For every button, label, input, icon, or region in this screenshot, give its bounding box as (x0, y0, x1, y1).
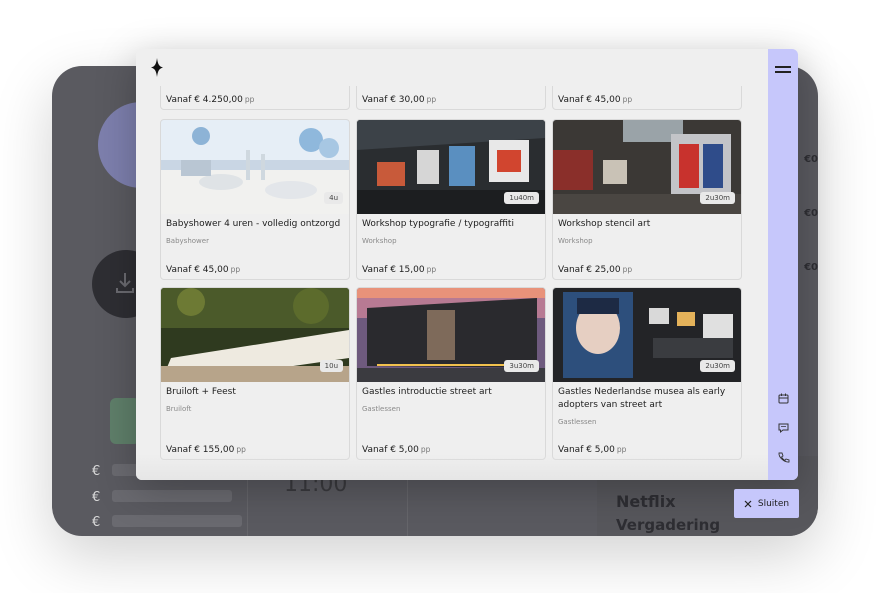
background-euro-1: € (92, 464, 101, 479)
card-category: Bruiloft (166, 405, 192, 413)
card-title: Bruiloft + Feest (166, 387, 236, 397)
duration-badge: 3u30m (504, 360, 539, 372)
phone-icon[interactable] (777, 451, 790, 464)
background-meeting-label: Vergadering (616, 516, 721, 534)
card-title: Workshop typografie / typograffiti (362, 219, 514, 229)
duration-badge: 4u (324, 192, 343, 204)
activity-card[interactable]: 1u40m Workshop typografie / typograffiti… (356, 119, 546, 280)
chat-icon[interactable] (777, 421, 790, 434)
duration-badge: 2u30m (700, 360, 735, 372)
activity-card-partial[interactable]: Vanaf € 4.250,00 pp (160, 86, 350, 110)
card-price: Vanaf € 45,00 pp (166, 265, 241, 275)
close-button[interactable]: Sluiten (734, 489, 799, 518)
activity-card[interactable]: 2u30m Workshop stencil art Workshop Vana… (552, 119, 742, 280)
card-title: Workshop stencil art (558, 219, 651, 229)
card-image-babyshower (161, 120, 349, 214)
card-price: Vanaf € 4.250,00 pp (166, 95, 255, 105)
background-netflix-label: Netflix (616, 492, 676, 511)
activity-card[interactable]: 10u Bruiloft + Feest Bruiloft Vanaf € 15… (160, 287, 350, 460)
duration-badge: 10u (319, 360, 343, 372)
card-category: Gastlessen (558, 418, 597, 426)
card-title: Gastles Nederlandse musea als early adop… (558, 387, 726, 410)
card-category: Workshop (558, 237, 593, 245)
card-price: Vanaf € 45,00 pp (558, 95, 633, 105)
close-label: Sluiten (757, 498, 790, 509)
calendar-icon[interactable] (777, 392, 790, 405)
scroll-fade (136, 454, 768, 480)
activity-card-partial[interactable]: Vanaf € 45,00 pp (552, 86, 742, 110)
activity-card[interactable]: 4u Babyshower 4 uren - volledig ontzorgd… (160, 119, 350, 280)
duration-badge: 2u30m (700, 192, 735, 204)
background-line (112, 490, 232, 502)
side-toolbar (768, 49, 798, 480)
background-line (112, 515, 242, 527)
card-title: Gastles introductie street art (362, 387, 492, 397)
activity-list[interactable]: Vanaf € 4.250,00 pp Vanaf € 30,00 pp Vanaf… (160, 86, 744, 480)
modal-header (136, 49, 768, 86)
diamond-logo (151, 58, 163, 77)
background-euro-2: € (92, 490, 101, 505)
card-price: Vanaf € 25,00 pp (558, 265, 633, 275)
card-category: Gastlessen (362, 405, 401, 413)
background-side-label: €0 (804, 154, 818, 165)
background-euro-3: € (92, 515, 101, 530)
close-icon (744, 500, 752, 507)
card-title: Babyshower 4 uren - volledig ontzorgd (166, 219, 341, 229)
activity-card[interactable]: 3u30m Gastles introductie street art Gas… (356, 287, 546, 460)
activity-card[interactable]: 2u30m Gastles Nederlandse musea als earl… (552, 287, 742, 460)
card-price: Vanaf € 30,00 pp (362, 95, 437, 105)
activities-modal: Vanaf € 4.250,00 pp Vanaf € 30,00 pp Vanaf… (136, 49, 798, 480)
card-price: Vanaf € 15,00 pp (362, 265, 437, 275)
background-side-label: €0 (804, 262, 818, 273)
card-category: Babyshower (166, 237, 209, 245)
duration-badge: 1u40m (504, 192, 539, 204)
activity-card-partial[interactable]: Vanaf € 30,00 pp (356, 86, 546, 110)
hamburger-menu-icon[interactable] (775, 66, 791, 78)
background-side-label: €0 (804, 208, 818, 219)
card-category: Workshop (362, 237, 397, 245)
